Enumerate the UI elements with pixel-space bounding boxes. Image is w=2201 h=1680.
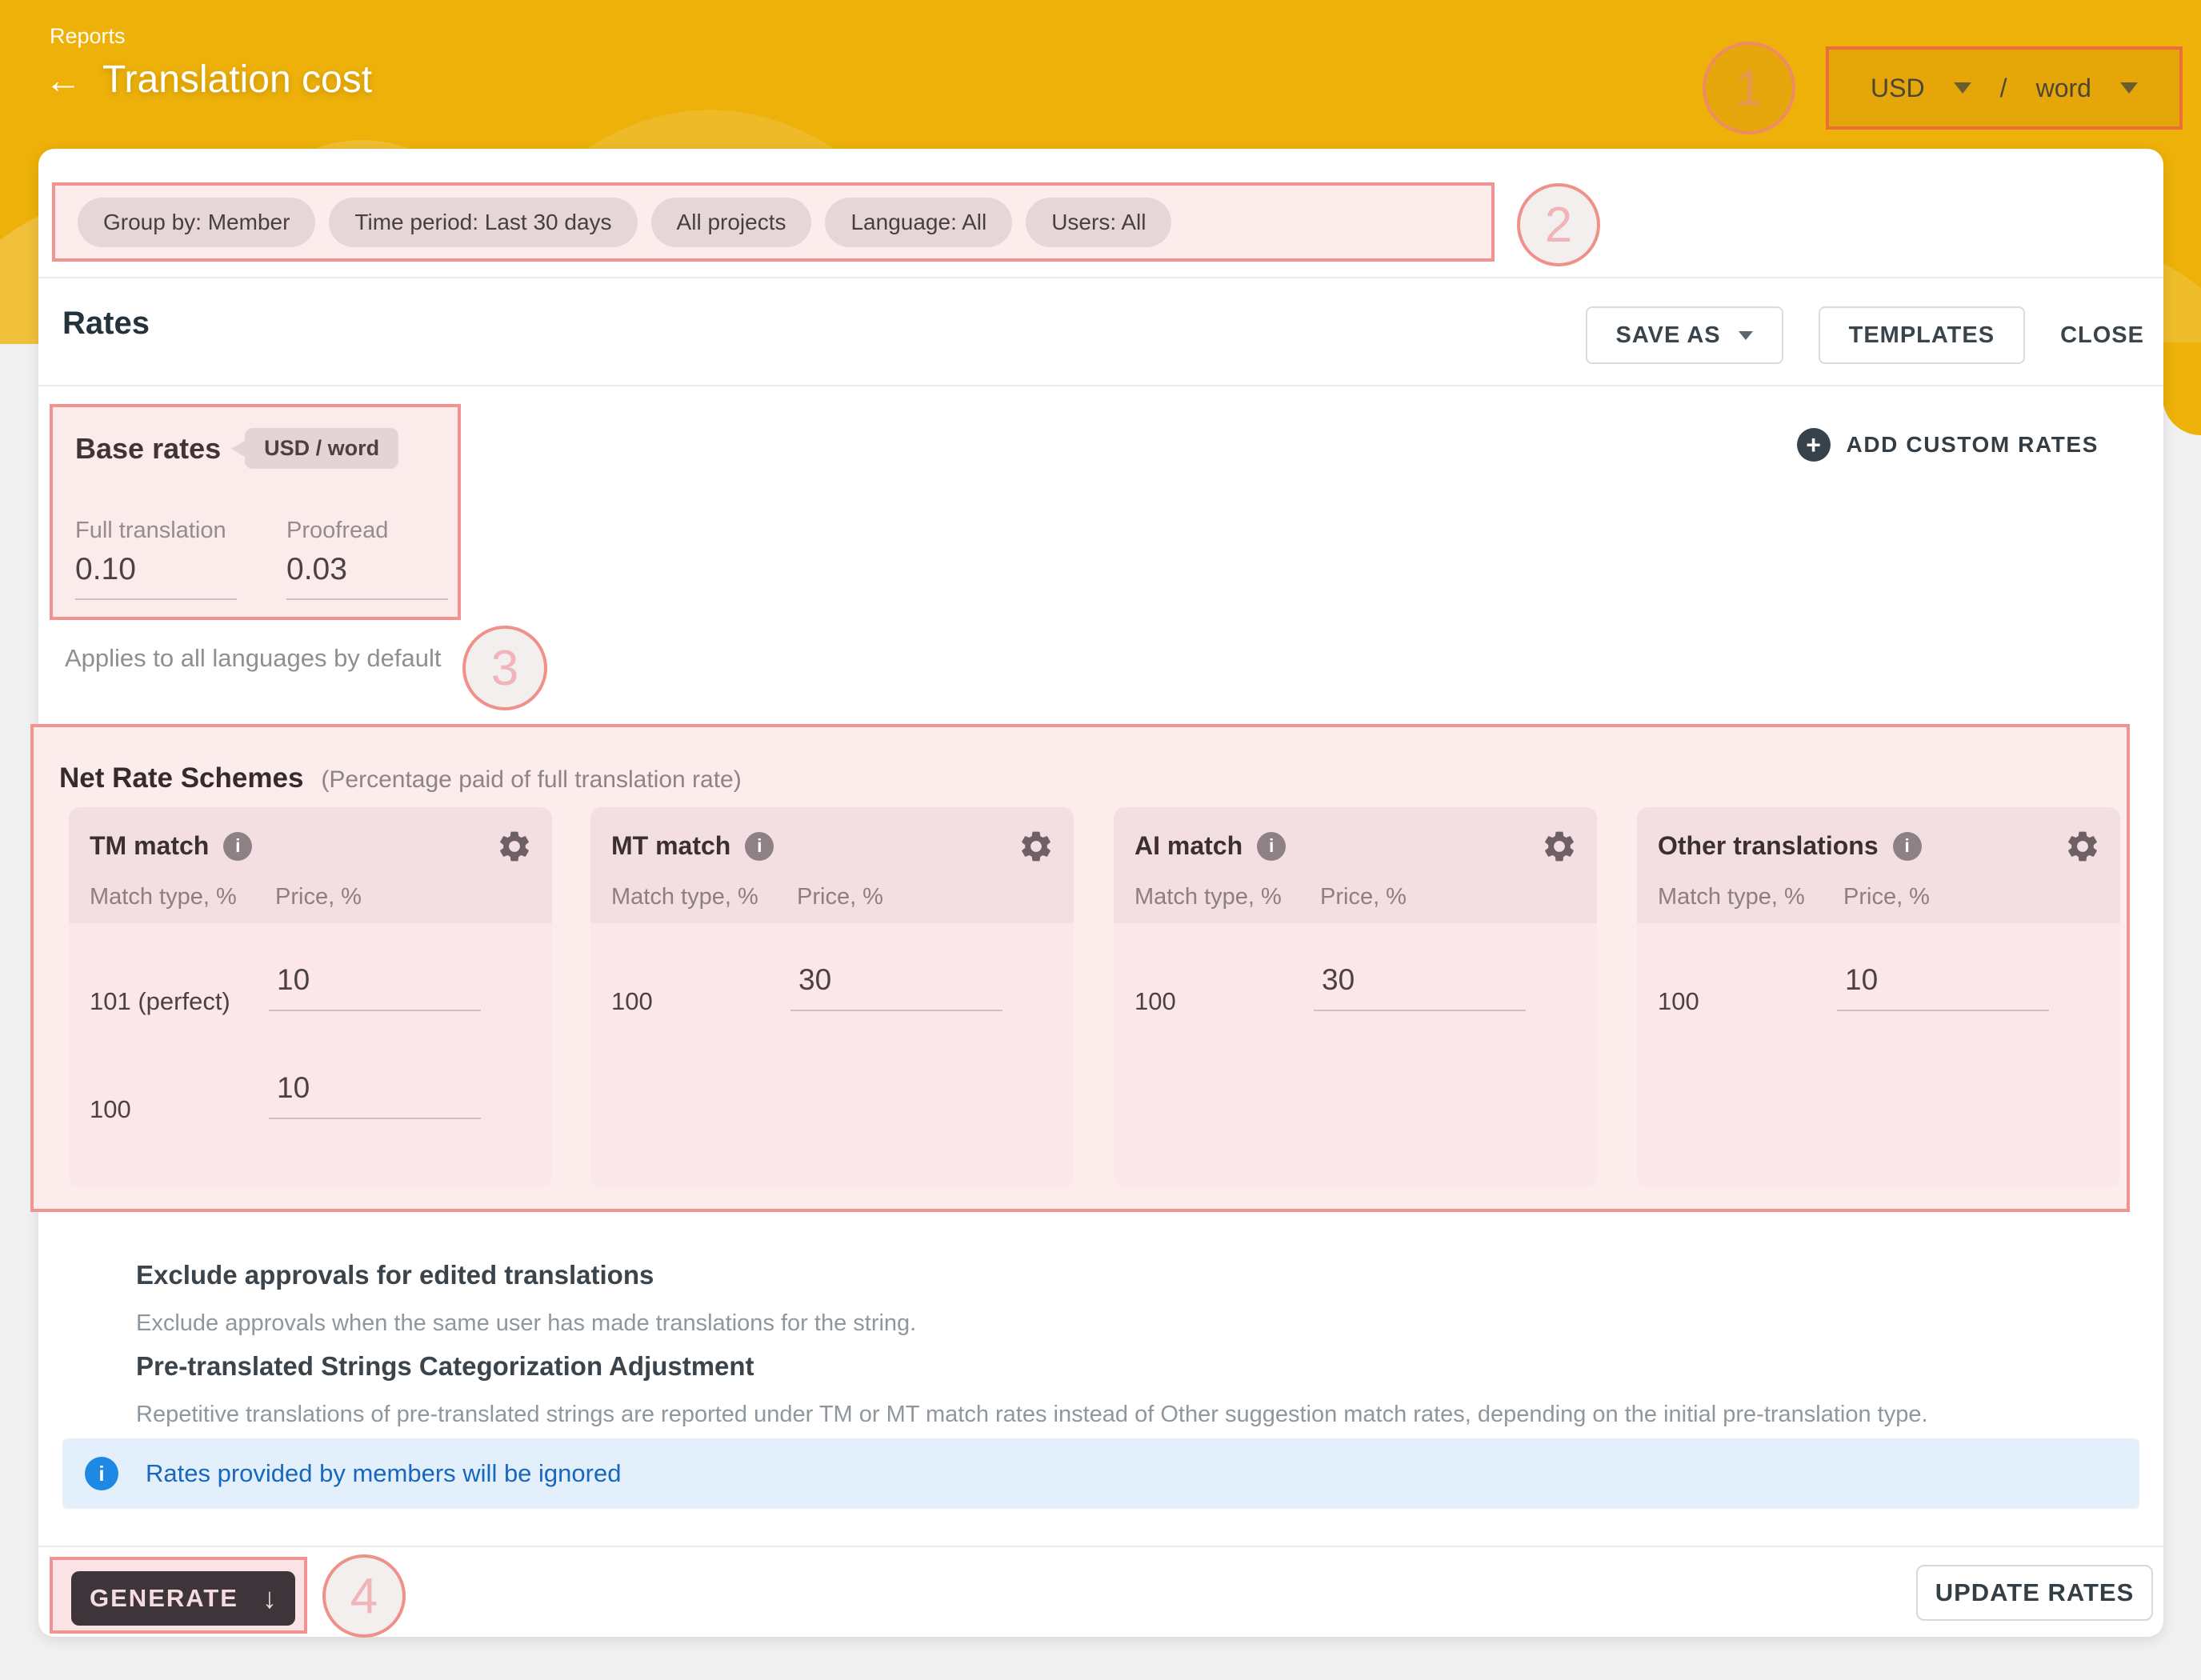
- annotation-circle-3: 3: [462, 626, 547, 710]
- rate-card-mt-match: MT match i Match type, % Price, % 100 30: [590, 807, 1074, 1187]
- filter-chip-time-period[interactable]: Time period: Last 30 days: [329, 198, 637, 247]
- add-custom-rates-button[interactable]: + ADD CUSTOM RATES: [1797, 428, 2099, 462]
- match-type-column-label: Match type, %: [90, 884, 237, 910]
- unit-separator: /: [2000, 74, 2007, 103]
- breadcrumb[interactable]: Reports: [50, 24, 126, 49]
- translation-cost-page: Reports ← Translation cost USD / word 1 …: [0, 0, 2201, 1680]
- applies-note: Applies to all languages by default: [65, 644, 442, 673]
- rate-card-title: MT match: [611, 831, 730, 861]
- base-rates-title-row: Base rates USD / word: [75, 428, 398, 469]
- rate-card-title: AI match: [1135, 831, 1243, 861]
- net-rate-schemes-subtitle: (Percentage paid of full translation rat…: [321, 766, 741, 794]
- divider: [38, 277, 2163, 278]
- rate-card-title: Other translations: [1658, 831, 1879, 861]
- generate-highlight-box: GENERATE ↓: [50, 1557, 307, 1634]
- chevron-down-icon[interactable]: [1954, 82, 1971, 94]
- rate-card-other-translations: Other translations i Match type, % Price…: [1637, 807, 2120, 1187]
- add-custom-rates-label: ADD CUSTOM RATES: [1847, 432, 2099, 458]
- generate-button[interactable]: GENERATE ↓: [71, 1571, 295, 1626]
- net-rate-schemes-title: Net Rate Schemes: [59, 762, 303, 794]
- save-as-button[interactable]: SAVE AS: [1586, 306, 1783, 364]
- chevron-down-icon[interactable]: [2120, 82, 2138, 94]
- price-column-label: Price, %: [1843, 884, 1930, 910]
- rate-card-tm-match: TM match i Match type, % Price, % 101 (p…: [69, 807, 552, 1187]
- info-icon[interactable]: i: [745, 832, 774, 861]
- option-label: Pre-translated Strings Categorization Ad…: [136, 1351, 754, 1382]
- arrow-down-icon: ↓: [262, 1584, 277, 1613]
- match-type-value: 100: [1135, 987, 1176, 1016]
- chevron-down-icon: [1739, 331, 1753, 340]
- header-wave-tail: [2163, 342, 2201, 435]
- base-rates-unit-tag: USD / word: [245, 428, 398, 469]
- proofread-label: Proofread: [286, 518, 448, 544]
- info-icon[interactable]: i: [1893, 832, 1922, 861]
- price-input[interactable]: 30: [790, 963, 1002, 1011]
- price-input[interactable]: 10: [269, 1071, 481, 1119]
- annotation-circle-4: 4: [322, 1554, 406, 1638]
- net-rate-schemes-title-row: Net Rate Schemes (Percentage paid of ful…: [59, 762, 742, 794]
- proofread-field: Proofread 0.03: [286, 518, 448, 600]
- page-title-row: ← Translation cost: [45, 58, 372, 102]
- currency-select[interactable]: USD: [1871, 74, 1925, 103]
- update-rates-button[interactable]: UPDATE RATES: [1916, 1565, 2153, 1621]
- proofread-input[interactable]: 0.03: [286, 552, 448, 600]
- net-rate-schemes-panel: Net Rate Schemes (Percentage paid of ful…: [30, 724, 2130, 1212]
- page-title: Translation cost: [102, 58, 372, 102]
- divider: [38, 385, 2163, 386]
- rates-actions: SAVE AS TEMPLATES CLOSE: [1586, 306, 2144, 364]
- info-icon: i: [85, 1457, 118, 1490]
- info-icon[interactable]: i: [1257, 832, 1286, 861]
- filter-chip-users[interactable]: Users: All: [1026, 198, 1171, 247]
- full-translation-label: Full translation: [75, 518, 237, 544]
- rate-card-title: TM match: [90, 831, 209, 861]
- option-label: Exclude approvals for edited translation…: [136, 1260, 654, 1290]
- templates-label: TEMPLATES: [1849, 322, 1995, 349]
- gear-icon[interactable]: [1541, 828, 1578, 865]
- gear-icon[interactable]: [1018, 828, 1054, 865]
- back-arrow-icon[interactable]: ←: [45, 62, 82, 98]
- match-type-column-label: Match type, %: [1658, 884, 1805, 910]
- filter-chip-group-by[interactable]: Group by: Member: [78, 198, 315, 247]
- gear-icon[interactable]: [496, 828, 533, 865]
- match-type-value: 100: [1658, 987, 1699, 1016]
- match-type-column-label: Match type, %: [611, 884, 758, 910]
- price-column-label: Price, %: [797, 884, 883, 910]
- info-banner: i Rates provided by members will be igno…: [62, 1438, 2139, 1509]
- full-translation-input[interactable]: 0.10: [75, 552, 237, 600]
- unit-select[interactable]: word: [2036, 74, 2091, 103]
- match-type-column-label: Match type, %: [1135, 884, 1282, 910]
- templates-button[interactable]: TEMPLATES: [1819, 306, 2025, 364]
- close-button[interactable]: CLOSE: [2060, 322, 2144, 349]
- annotation-circle-2: 2: [1517, 183, 1600, 266]
- option-description: Exclude approvals when the same user has…: [136, 1310, 916, 1337]
- price-input[interactable]: 10: [269, 963, 481, 1011]
- gear-icon[interactable]: [2064, 828, 2101, 865]
- base-rates-title: Base rates: [75, 432, 221, 466]
- option-description: Repetitive translations of pre-translate…: [136, 1402, 1928, 1428]
- filter-chip-language[interactable]: Language: All: [825, 198, 1012, 247]
- price-column-label: Price, %: [1320, 884, 1407, 910]
- filter-chips-row: Group by: Member Time period: Last 30 da…: [52, 182, 1495, 262]
- price-input[interactable]: 30: [1314, 963, 1526, 1011]
- match-type-value: 100: [90, 1095, 131, 1124]
- info-icon[interactable]: i: [223, 832, 252, 861]
- rates-section-title: Rates: [62, 306, 150, 342]
- divider: [38, 1546, 2163, 1547]
- annotation-circle-1: 1: [1703, 42, 1795, 134]
- generate-label: GENERATE: [90, 1584, 238, 1613]
- full-translation-field: Full translation 0.10: [75, 518, 237, 600]
- match-type-value: 100: [611, 987, 653, 1016]
- match-type-value: 101 (perfect): [90, 987, 230, 1016]
- price-input[interactable]: 10: [1837, 963, 2049, 1011]
- currency-unit-selector: USD / word: [1826, 46, 2183, 130]
- rate-card-ai-match: AI match i Match type, % Price, % 100 30: [1114, 807, 1597, 1187]
- info-banner-text: Rates provided by members will be ignore…: [146, 1459, 621, 1488]
- base-rates-panel: Base rates USD / word Full translation 0…: [50, 404, 461, 620]
- filter-chip-projects[interactable]: All projects: [651, 198, 812, 247]
- save-as-label: SAVE AS: [1616, 322, 1721, 349]
- price-column-label: Price, %: [275, 884, 362, 910]
- plus-icon: +: [1797, 428, 1831, 462]
